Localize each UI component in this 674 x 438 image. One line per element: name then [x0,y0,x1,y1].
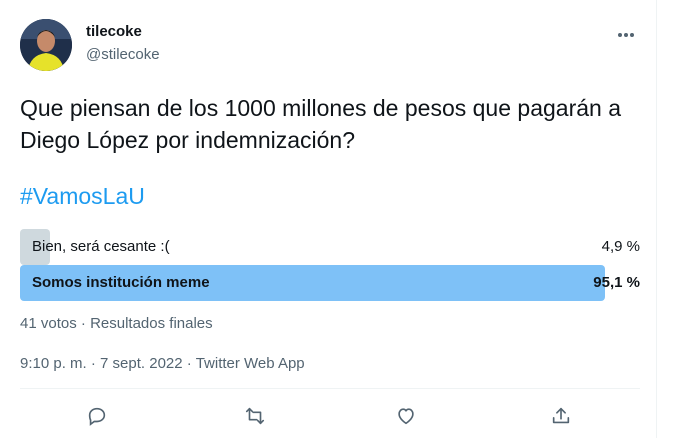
hashtag-link[interactable]: #VamosLaU [20,183,145,210]
poll-option-1: Bien, será cesante :( 4,9 % [20,229,640,265]
reply-icon[interactable] [86,405,108,427]
time-separator: · [90,355,96,372]
poll-option-percent: 4,9 % [601,238,640,255]
tweet-date[interactable]: 7 sept. 2022 [100,355,183,372]
source-separator: · [186,355,192,372]
user-handle[interactable]: @stilecoke [86,46,160,63]
like-icon[interactable] [395,405,417,427]
poll-separator: · [80,315,86,332]
poll-votes: 41 votos [20,315,77,332]
tweet-card: tilecoke @stilecoke Que piensan de los 1… [0,0,674,438]
display-name[interactable]: tilecoke [86,23,142,40]
poll-status: Resultados finales [90,315,213,332]
tweet-text: Que piensan de los 1000 millones de peso… [20,95,621,153]
action-divider [20,388,640,389]
poll-option-percent: 95,1 % [593,274,640,291]
poll-option-2: Somos institución meme 95,1 % [20,265,640,301]
retweet-icon[interactable] [244,405,266,427]
poll-option-label: Somos institución meme [32,274,210,291]
tweet-time[interactable]: 9:10 p. m. [20,355,87,372]
share-icon[interactable] [550,405,572,427]
avatar[interactable] [20,19,72,71]
more-horizontal-icon[interactable] [615,24,637,46]
tweet-timestamp: 9:10 p. m. · 7 sept. 2022 · Twitter Web … [20,355,305,372]
poll-meta: 41 votos · Resultados finales [20,315,213,332]
column-border [656,0,657,438]
poll-option-label: Bien, será cesante :( [32,238,170,255]
tweet-source: Twitter Web App [195,355,305,372]
